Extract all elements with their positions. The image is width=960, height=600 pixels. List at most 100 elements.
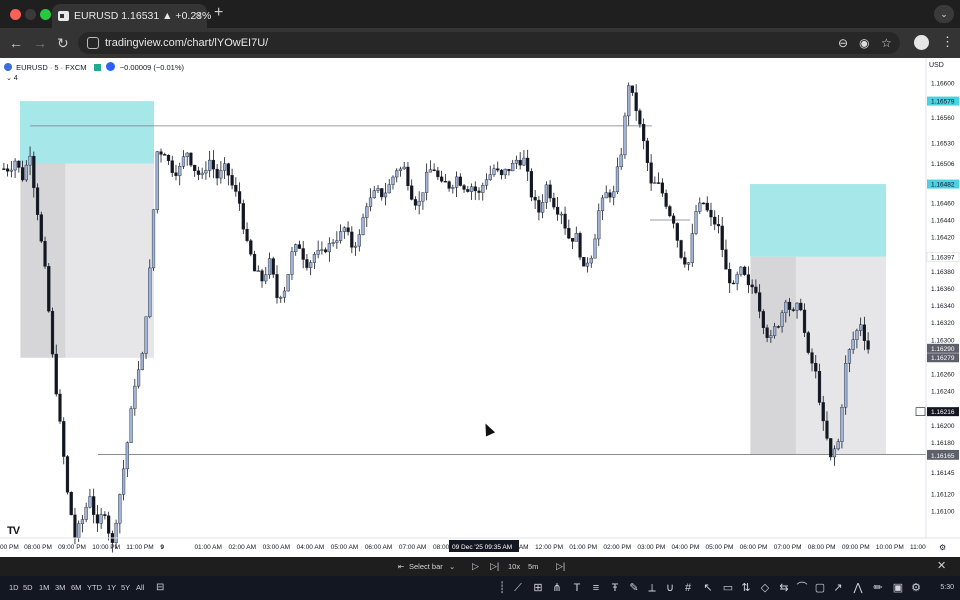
add-alert-plus-icon[interactable]	[915, 407, 926, 416]
time-tick-label: 05:00 PM	[706, 544, 734, 551]
long-position-icon[interactable]: ⇅	[738, 580, 754, 596]
url-text[interactable]: tradingview.com/chart/lYOwEI7U/	[105, 32, 268, 54]
trend-line-icon[interactable]: ⟋	[510, 580, 526, 596]
back-button[interactable]: ←	[9, 34, 23, 52]
candle-body	[578, 233, 582, 258]
candle-body	[466, 189, 470, 192]
timeframe-all[interactable]: All	[136, 576, 144, 600]
speed-button[interactable]: 10x	[508, 557, 520, 576]
eye-icon[interactable]: ◉	[859, 35, 869, 51]
callout-icon[interactable]: ▭	[720, 580, 736, 596]
tab-close-icon[interactable]: ×	[195, 4, 201, 28]
text-note-icon[interactable]: Ŧ	[607, 580, 623, 596]
timeframe-1y[interactable]: 1Y	[107, 576, 116, 600]
symbol-title[interactable]: EURUSD · 5 · FXCM	[16, 63, 86, 72]
time-tick-label: 05:00 AM	[331, 544, 358, 551]
candle-body	[642, 123, 646, 142]
forward-button[interactable]: →	[33, 34, 47, 52]
step-forward-icon[interactable]: ▷|	[490, 557, 499, 576]
maximize-window-dot[interactable]	[40, 9, 51, 20]
forecast-icon[interactable]: ⇆	[776, 580, 792, 596]
magnet-icon[interactable]: ∪	[662, 580, 678, 596]
axis-settings-icon[interactable]: ⚙	[939, 543, 946, 552]
candle-body	[657, 182, 661, 184]
select-bar-dropdown-icon[interactable]: ⌄	[449, 557, 455, 576]
grid-tool-icon[interactable]: ⊞	[530, 580, 546, 596]
candle-body	[58, 393, 62, 422]
select-bar-button[interactable]: Select bar	[409, 557, 443, 576]
candle-body	[99, 514, 103, 524]
candle-body	[529, 171, 534, 198]
lines-tool-icon[interactable]: ≡	[588, 580, 604, 596]
long-position-left-target-zone[interactable]	[20, 101, 154, 164]
fib-grid-icon[interactable]: #	[680, 580, 696, 596]
price-tick-label: 1.16200	[931, 423, 955, 430]
currency-label[interactable]: USD	[929, 62, 944, 69]
select-bar-icon[interactable]: ⇤	[398, 557, 404, 576]
timeframe-1d[interactable]: 1D	[9, 576, 19, 600]
candle-body	[402, 166, 406, 170]
ellipse-icon[interactable]: ◇	[757, 580, 773, 596]
pencil-icon[interactable]: ✏	[870, 580, 886, 596]
rectangle-icon[interactable]: ▢	[812, 580, 828, 596]
timeframe-6m[interactable]: 6M	[71, 576, 81, 600]
profile-avatar[interactable]	[914, 35, 929, 50]
text-tool-icon[interactable]: T	[569, 580, 585, 596]
image-icon[interactable]: ▣	[890, 580, 906, 596]
date-range-icon[interactable]: ⊟	[156, 576, 164, 600]
jump-to-realtime-icon[interactable]: ▷|	[556, 557, 565, 576]
candle-body	[451, 187, 455, 189]
timeframe-1m[interactable]: 1M	[39, 576, 49, 600]
close-replay-button[interactable]: ✕	[937, 557, 946, 576]
bookmark-star-icon[interactable]: ☆	[881, 35, 892, 51]
candle-body	[503, 168, 507, 176]
zoom-icon[interactable]: ⊖	[838, 35, 848, 51]
candle-body	[548, 184, 552, 199]
candle-body	[866, 340, 870, 350]
address-bar[interactable]: tradingview.com/chart/lYOwEI7U/ ⊖ ◉ ☆	[78, 32, 900, 54]
pattern-icon[interactable]: ⋀	[850, 580, 866, 596]
candle-body	[170, 160, 174, 173]
timeframe-5y[interactable]: 5Y	[121, 576, 130, 600]
new-tab-button[interactable]: +	[214, 4, 223, 22]
arrow-icon[interactable]: ↗	[830, 580, 846, 596]
timeframe-3m[interactable]: 3M	[55, 576, 65, 600]
candle-body	[593, 238, 597, 259]
brush-icon[interactable]: ✎	[626, 580, 642, 596]
candle-body	[312, 254, 317, 263]
ruler-icon[interactable]: ⟂	[644, 580, 660, 596]
measure-icon[interactable]: ↖	[700, 580, 716, 596]
long-position-right-target-zone[interactable]	[750, 184, 886, 257]
price-label: 1.16165	[931, 453, 955, 460]
candle-body	[260, 270, 264, 282]
candle-body	[473, 186, 477, 192]
indicators-toggle[interactable]: ⌄ 4	[6, 74, 18, 82]
toolbar-handle-icon[interactable]: ┊	[494, 580, 510, 596]
minimize-window-dot[interactable]	[25, 9, 36, 20]
candle-body	[365, 206, 369, 218]
candle-body	[353, 245, 358, 248]
price-tick-label: 1.16560	[931, 115, 955, 122]
candle-body	[507, 168, 511, 172]
price-tick-label: 1.16340	[931, 303, 955, 310]
candle-body	[357, 234, 361, 247]
settings-icon[interactable]: ⚙	[908, 580, 924, 596]
timeframe-ytd[interactable]: YTD	[87, 576, 102, 600]
price-chart[interactable]: 1.16600 1.16560 1.16530 1.16506 1.16460 1.164…	[0, 58, 960, 557]
candle-body	[847, 349, 852, 364]
pitchfork-icon[interactable]: ⋔	[549, 580, 565, 596]
tab-search-button[interactable]: ⌄	[934, 5, 954, 23]
browser-menu-icon[interactable]: ⋮	[941, 34, 954, 50]
candle-body	[178, 166, 182, 176]
candle-body	[140, 353, 144, 371]
curve-icon[interactable]: ⌒	[794, 580, 810, 596]
close-window-dot[interactable]	[10, 9, 21, 20]
site-settings-icon[interactable]	[87, 37, 99, 49]
timeframe-5d[interactable]: 5D	[23, 576, 33, 600]
reload-button[interactable]: ↻	[57, 34, 69, 52]
time-tick-label: 10:00 PM	[876, 544, 904, 551]
candle-body	[488, 174, 492, 180]
interval-button[interactable]: 5m	[528, 557, 538, 576]
play-icon[interactable]: ▷	[472, 557, 479, 576]
browser-tab[interactable]: EURUSD 1.16531 ▲ +0.23% ×	[52, 4, 211, 28]
